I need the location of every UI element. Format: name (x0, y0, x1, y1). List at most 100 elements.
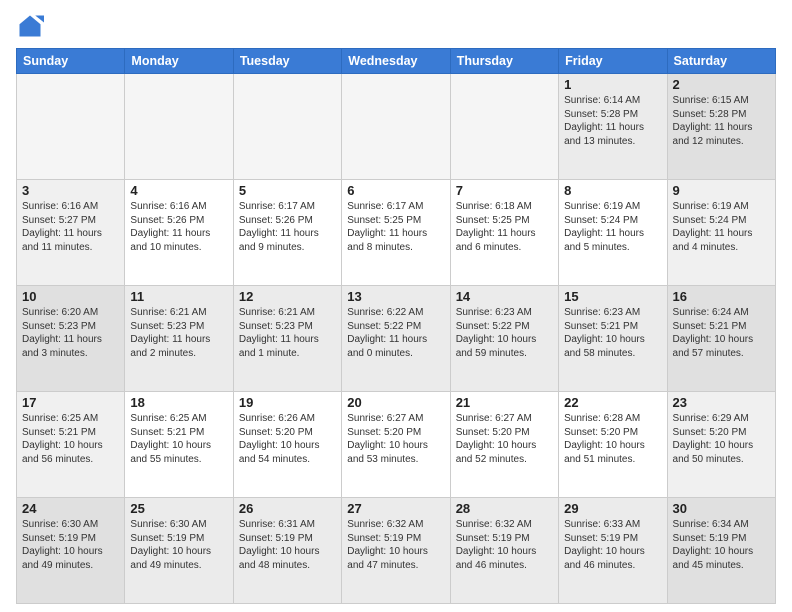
day-info: Sunrise: 6:24 AM Sunset: 5:21 PM Dayligh… (673, 306, 770, 360)
col-header-thursday: Thursday (450, 49, 558, 74)
col-header-wednesday: Wednesday (342, 49, 450, 74)
calendar-cell: 1 Sunrise: 6:14 AM Sunset: 5:28 PM Daylig… (559, 74, 667, 180)
day-number: 2 (673, 77, 770, 92)
day-number: 16 (673, 289, 770, 304)
day-info: Sunrise: 6:20 AM Sunset: 5:23 PM Dayligh… (22, 306, 119, 360)
calendar-cell: 2 Sunrise: 6:15 AM Sunset: 5:28 PM Daylig… (667, 74, 775, 180)
day-number: 26 (239, 501, 336, 516)
calendar-cell: 9 Sunrise: 6:19 AM Sunset: 5:24 PM Daylig… (667, 180, 775, 286)
day-number: 7 (456, 183, 553, 198)
day-info: Sunrise: 6:17 AM Sunset: 5:26 PM Dayligh… (239, 200, 336, 254)
calendar-cell (450, 74, 558, 180)
calendar-table: SundayMondayTuesdayWednesdayThursdayFrid… (16, 48, 776, 604)
day-number: 15 (564, 289, 661, 304)
calendar-cell: 16 Sunrise: 6:24 AM Sunset: 5:21 PM Dayli… (667, 286, 775, 392)
day-info: Sunrise: 6:32 AM Sunset: 5:19 PM Dayligh… (456, 518, 553, 572)
calendar-cell: 5 Sunrise: 6:17 AM Sunset: 5:26 PM Daylig… (233, 180, 341, 286)
day-number: 6 (347, 183, 444, 198)
day-info: Sunrise: 6:34 AM Sunset: 5:19 PM Dayligh… (673, 518, 770, 572)
day-number: 25 (130, 501, 227, 516)
day-info: Sunrise: 6:19 AM Sunset: 5:24 PM Dayligh… (564, 200, 661, 254)
day-number: 3 (22, 183, 119, 198)
calendar-cell: 24 Sunrise: 6:30 AM Sunset: 5:19 PM Dayli… (17, 498, 125, 604)
col-header-tuesday: Tuesday (233, 49, 341, 74)
calendar-cell: 18Sunrise: 6:25 AM Sunset: 5:21 PM Dayli… (125, 392, 233, 498)
col-header-saturday: Saturday (667, 49, 775, 74)
calendar-cell (233, 74, 341, 180)
day-info: Sunrise: 6:33 AM Sunset: 5:19 PM Dayligh… (564, 518, 661, 572)
day-number: 8 (564, 183, 661, 198)
day-info: Sunrise: 6:32 AM Sunset: 5:19 PM Dayligh… (347, 518, 444, 572)
day-info: Sunrise: 6:30 AM Sunset: 5:19 PM Dayligh… (130, 518, 227, 572)
day-number: 5 (239, 183, 336, 198)
day-number: 1 (564, 77, 661, 92)
day-info: Sunrise: 6:16 AM Sunset: 5:27 PM Dayligh… (22, 200, 119, 254)
logo (16, 12, 48, 40)
day-info: Sunrise: 6:19 AM Sunset: 5:24 PM Dayligh… (673, 200, 770, 254)
day-info: Sunrise: 6:17 AM Sunset: 5:25 PM Dayligh… (347, 200, 444, 254)
calendar-cell (17, 74, 125, 180)
calendar-cell (125, 74, 233, 180)
day-number: 9 (673, 183, 770, 198)
calendar-cell: 10 Sunrise: 6:20 AM Sunset: 5:23 PM Dayli… (17, 286, 125, 392)
day-number: 17 (22, 395, 119, 410)
calendar-cell: 13 Sunrise: 6:22 AM Sunset: 5:22 PM Dayli… (342, 286, 450, 392)
day-number: 20 (347, 395, 444, 410)
calendar-cell: 26Sunrise: 6:31 AM Sunset: 5:19 PM Dayli… (233, 498, 341, 604)
calendar-cell: 22 Sunrise: 6:28 AM Sunset: 5:20 PM Dayli… (559, 392, 667, 498)
day-number: 22 (564, 395, 661, 410)
day-info: Sunrise: 6:16 AM Sunset: 5:26 PM Dayligh… (130, 200, 227, 254)
day-number: 10 (22, 289, 119, 304)
day-info: Sunrise: 6:30 AM Sunset: 5:19 PM Dayligh… (22, 518, 119, 572)
day-number: 27 (347, 501, 444, 516)
day-number: 14 (456, 289, 553, 304)
calendar-cell: 14Sunrise: 6:23 AM Sunset: 5:22 PM Dayli… (450, 286, 558, 392)
header (16, 12, 776, 40)
calendar-cell: 27 Sunrise: 6:32 AM Sunset: 5:19 PM Dayli… (342, 498, 450, 604)
calendar-cell: 3 Sunrise: 6:16 AM Sunset: 5:27 PM Daylig… (17, 180, 125, 286)
calendar-cell: 6 Sunrise: 6:17 AM Sunset: 5:25 PM Daylig… (342, 180, 450, 286)
day-info: Sunrise: 6:29 AM Sunset: 5:20 PM Dayligh… (673, 412, 770, 466)
calendar-cell: 20 Sunrise: 6:27 AM Sunset: 5:20 PM Dayli… (342, 392, 450, 498)
day-number: 13 (347, 289, 444, 304)
day-info: Sunrise: 6:15 AM Sunset: 5:28 PM Dayligh… (673, 94, 770, 148)
day-info: Sunrise: 6:28 AM Sunset: 5:20 PM Dayligh… (564, 412, 661, 466)
calendar-cell: 21 Sunrise: 6:27 AM Sunset: 5:20 PM Dayli… (450, 392, 558, 498)
col-header-friday: Friday (559, 49, 667, 74)
day-info: Sunrise: 6:23 AM Sunset: 5:21 PM Dayligh… (564, 306, 661, 360)
calendar-cell: 12Sunrise: 6:21 AM Sunset: 5:23 PM Dayli… (233, 286, 341, 392)
day-info: Sunrise: 6:27 AM Sunset: 5:20 PM Dayligh… (347, 412, 444, 466)
calendar-cell: 15 Sunrise: 6:23 AM Sunset: 5:21 PM Dayli… (559, 286, 667, 392)
calendar-cell: 17Sunrise: 6:25 AM Sunset: 5:21 PM Dayli… (17, 392, 125, 498)
day-info: Sunrise: 6:21 AM Sunset: 5:23 PM Dayligh… (130, 306, 227, 360)
calendar-cell: 4 Sunrise: 6:16 AM Sunset: 5:26 PM Daylig… (125, 180, 233, 286)
col-header-monday: Monday (125, 49, 233, 74)
day-info: Sunrise: 6:27 AM Sunset: 5:20 PM Dayligh… (456, 412, 553, 466)
day-number: 28 (456, 501, 553, 516)
day-info: Sunrise: 6:14 AM Sunset: 5:28 PM Dayligh… (564, 94, 661, 148)
calendar-week-5: 24 Sunrise: 6:30 AM Sunset: 5:19 PM Dayli… (17, 498, 776, 604)
day-info: Sunrise: 6:26 AM Sunset: 5:20 PM Dayligh… (239, 412, 336, 466)
day-info: Sunrise: 6:21 AM Sunset: 5:23 PM Dayligh… (239, 306, 336, 360)
day-number: 24 (22, 501, 119, 516)
calendar-week-1: 1 Sunrise: 6:14 AM Sunset: 5:28 PM Daylig… (17, 74, 776, 180)
day-number: 23 (673, 395, 770, 410)
day-number: 18 (130, 395, 227, 410)
day-info: Sunrise: 6:22 AM Sunset: 5:22 PM Dayligh… (347, 306, 444, 360)
logo-icon (16, 12, 44, 40)
calendar-cell: 19 Sunrise: 6:26 AM Sunset: 5:20 PM Dayli… (233, 392, 341, 498)
day-number: 19 (239, 395, 336, 410)
calendar-cell: 11 Sunrise: 6:21 AM Sunset: 5:23 PM Dayli… (125, 286, 233, 392)
day-number: 30 (673, 501, 770, 516)
day-number: 4 (130, 183, 227, 198)
calendar-week-3: 10 Sunrise: 6:20 AM Sunset: 5:23 PM Dayli… (17, 286, 776, 392)
day-number: 11 (130, 289, 227, 304)
calendar-cell: 29 Sunrise: 6:33 AM Sunset: 5:19 PM Dayli… (559, 498, 667, 604)
day-number: 29 (564, 501, 661, 516)
col-header-sunday: Sunday (17, 49, 125, 74)
calendar-cell: 8 Sunrise: 6:19 AM Sunset: 5:24 PM Daylig… (559, 180, 667, 286)
day-number: 21 (456, 395, 553, 410)
calendar-cell (342, 74, 450, 180)
day-info: Sunrise: 6:18 AM Sunset: 5:25 PM Dayligh… (456, 200, 553, 254)
calendar-week-2: 3 Sunrise: 6:16 AM Sunset: 5:27 PM Daylig… (17, 180, 776, 286)
